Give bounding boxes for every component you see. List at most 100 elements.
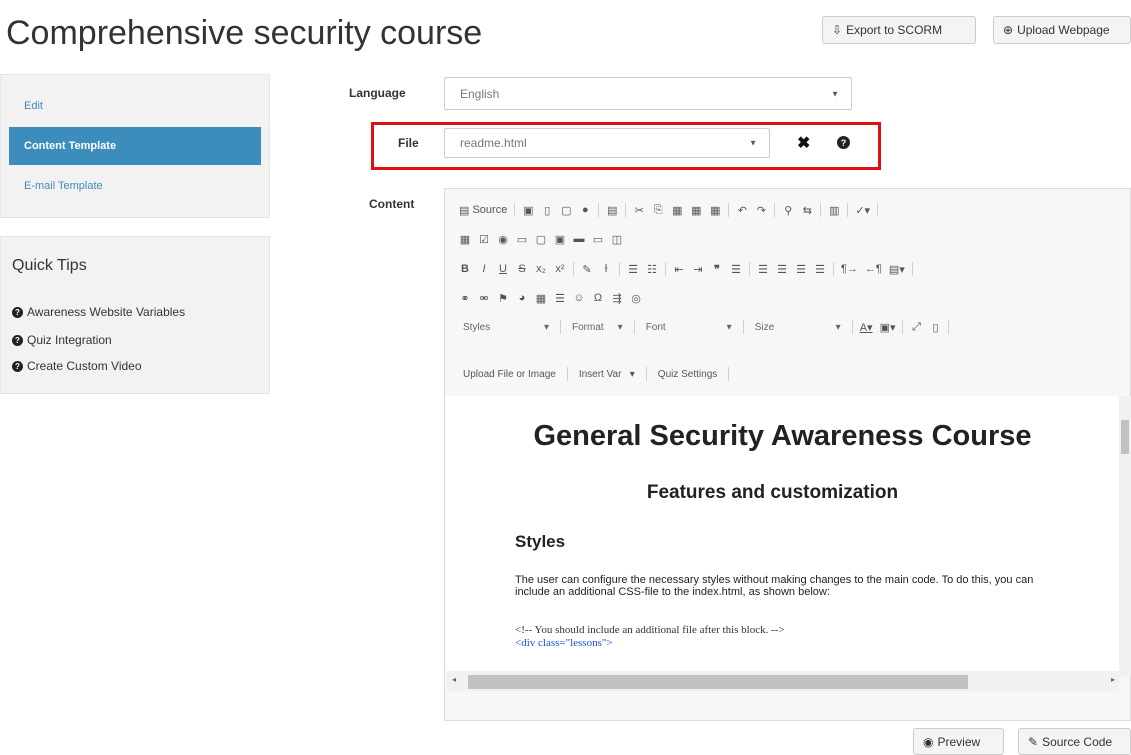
select-field-icon[interactable]: ▣ [554, 232, 566, 246]
unlink-icon[interactable]: ⚮ [478, 291, 490, 305]
textarea-icon[interactable]: ▢ [535, 232, 547, 246]
paste-icon[interactable]: ▦ [671, 203, 683, 217]
size-combo[interactable]: Size ▾ [751, 322, 845, 333]
templates-icon[interactable]: ▤ [606, 203, 618, 217]
source-label: Source [472, 204, 508, 216]
caret-down-icon: ▾ [835, 321, 841, 333]
file-select[interactable]: readme.html ▼ [444, 128, 770, 158]
close-icon[interactable]: ✖ [797, 133, 810, 153]
checkbox-icon[interactable]: ☑ [478, 232, 490, 246]
link-icon[interactable]: ⚭ [459, 291, 471, 305]
sidebar-item-email-template[interactable]: E-mail Template [9, 167, 261, 205]
button-field-icon[interactable]: ▬ [573, 232, 585, 246]
source-code-button[interactable]: ✎ Source Code [1018, 728, 1131, 755]
radio-icon[interactable]: ◉ [497, 232, 509, 246]
scroll-thumb[interactable] [468, 675, 968, 689]
insert-var-button[interactable]: Insert Var ▾ [575, 369, 639, 380]
copy-icon[interactable]: ⎘ [652, 203, 664, 217]
language-select[interactable]: English ▼ [444, 77, 852, 110]
file-value: readme.html [460, 136, 527, 150]
question-circle-icon[interactable]: ? [837, 136, 850, 149]
italic-icon[interactable]: I [478, 262, 490, 276]
scroll-thumb[interactable] [1121, 420, 1129, 454]
copy-format-icon[interactable]: ✎ [581, 262, 593, 276]
sidebar-item-label: Edit [24, 100, 43, 112]
outdent-icon[interactable]: ⇤ [673, 262, 685, 276]
editor-horizontal-scrollbar[interactable]: ◂ ▸ [446, 671, 1119, 691]
maximize-icon[interactable]: ⤢ [910, 320, 922, 334]
rtl-icon[interactable]: ←¶ [865, 262, 882, 276]
upload-file-button[interactable]: Upload File or Image [459, 369, 560, 380]
align-right-icon[interactable]: ☰ [795, 262, 807, 276]
smiley-icon[interactable]: ☺ [573, 291, 585, 305]
bold-icon[interactable]: B [459, 262, 471, 276]
redo-icon[interactable]: ↷ [755, 203, 767, 217]
strike-icon[interactable]: S [516, 262, 528, 276]
preview-button[interactable]: ◉ Preview [913, 728, 1004, 755]
indent-icon[interactable]: ⇥ [692, 262, 704, 276]
blockquote-icon[interactable]: ❞ [711, 262, 723, 276]
sidebar-item-label: Content Template [24, 140, 117, 152]
anchor-icon[interactable]: ⚑ [497, 291, 509, 305]
quiz-settings-button[interactable]: Quiz Settings [654, 369, 721, 380]
tip-quiz-integration[interactable]: ? Quiz Integration [12, 333, 112, 347]
undo-icon[interactable]: ↶ [736, 203, 748, 217]
horizontal-line-icon[interactable]: ☰ [554, 291, 566, 305]
preview-icon[interactable]: ▢ [560, 203, 572, 217]
form-icon[interactable]: ▦ [459, 232, 471, 246]
justify-icon[interactable]: ☰ [814, 262, 826, 276]
paste-text-icon[interactable]: ▦ [690, 203, 702, 217]
superscript-icon[interactable]: x² [554, 262, 566, 276]
language-icon[interactable]: ▤▾ [889, 262, 905, 276]
export-icon: ⇩ [832, 23, 843, 37]
doc-paragraph: The user can configure the necessary sty… [515, 574, 1034, 598]
save-icon[interactable]: ▣ [522, 203, 534, 217]
editor-vertical-scrollbar[interactable] [1119, 396, 1131, 677]
text-color-icon[interactable]: A▾ [860, 320, 873, 334]
quick-tips-title: Quick Tips [12, 257, 87, 274]
find-icon[interactable]: ⚲ [782, 203, 794, 217]
iframe-icon[interactable]: ◎ [630, 291, 642, 305]
editor-document[interactable]: General Security Awareness Course Featur… [446, 396, 1119, 677]
subscript-icon[interactable]: x₂ [535, 262, 547, 276]
doc-heading-2: Features and customization [646, 482, 899, 503]
format-combo[interactable]: Format ▾ [568, 322, 627, 333]
numbered-list-icon[interactable]: ☰ [627, 262, 639, 276]
sidebar-item-content-template[interactable]: Content Template [9, 127, 261, 165]
replace-icon[interactable]: ⇆ [801, 203, 813, 217]
select-all-icon[interactable]: ▥ [828, 203, 840, 217]
page-break-icon[interactable]: ⇶ [611, 291, 623, 305]
print-icon[interactable]: ● [579, 203, 591, 217]
scroll-right-icon[interactable]: ▸ [1111, 675, 1115, 684]
upload-webpage-button[interactable]: ⊕ Upload Webpage [993, 16, 1131, 44]
underline-icon[interactable]: U [497, 262, 509, 276]
scroll-left-icon[interactable]: ◂ [452, 675, 456, 684]
image-button-icon[interactable]: ▭ [592, 232, 604, 246]
export-scorm-button[interactable]: ⇩ Export to SCORM [822, 16, 976, 44]
sidebar-item-edit[interactable]: Edit [9, 87, 261, 125]
new-page-icon[interactable]: ▯ [541, 203, 553, 217]
cut-icon[interactable]: ✂ [633, 203, 645, 217]
flash-icon[interactable]: ◕ [516, 291, 528, 305]
bg-color-icon[interactable]: ▣▾ [880, 320, 896, 334]
show-blocks-icon[interactable]: ▯ [929, 320, 941, 334]
align-center-icon[interactable]: ☰ [776, 262, 788, 276]
align-left-icon[interactable]: ☰ [757, 262, 769, 276]
hidden-field-icon[interactable]: ◫ [611, 232, 623, 246]
remove-format-icon[interactable]: Ɨ [600, 262, 612, 276]
div-icon[interactable]: ☰ [730, 262, 742, 276]
tip-custom-video[interactable]: ? Create Custom Video [12, 359, 142, 373]
format-label: Format [572, 321, 604, 333]
tip-awareness-variables[interactable]: ? Awareness Website Variables [12, 305, 185, 319]
doc-code-comment: <!-- You should include an additional fi… [515, 624, 785, 636]
spellcheck-icon[interactable]: ✓▾ [855, 203, 870, 217]
paste-word-icon[interactable]: ▦ [709, 203, 721, 217]
ltr-icon[interactable]: ¶→ [841, 262, 858, 276]
textfield-icon[interactable]: ▭ [516, 232, 528, 246]
special-char-icon[interactable]: Ω [592, 291, 604, 305]
styles-combo[interactable]: Styles ▾ [459, 322, 553, 333]
source-button[interactable]: ▤ Source [459, 203, 507, 217]
table-icon[interactable]: ▦ [535, 291, 547, 305]
font-combo[interactable]: Font ▾ [642, 322, 736, 333]
bullet-list-icon[interactable]: ☷ [646, 262, 658, 276]
